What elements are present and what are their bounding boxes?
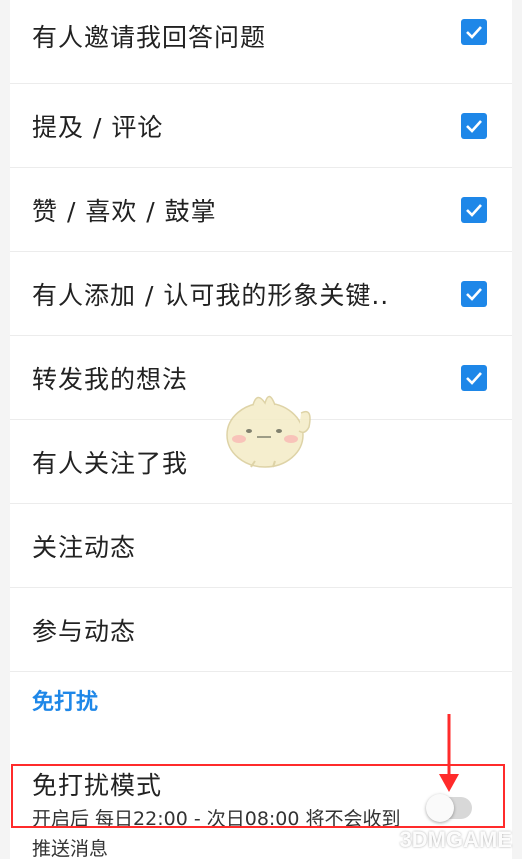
watermark-text: 3DMGAME — [399, 827, 512, 852]
checkbox-invite-answer[interactable] — [461, 19, 487, 45]
setting-label: 转发我的想法 — [32, 364, 189, 394]
setting-row-keyword[interactable]: 有人添加 / 认可我的形象关键.. — [10, 252, 512, 336]
dnd-section-header: 免打扰 — [32, 690, 99, 715]
checkbox-repost[interactable] — [461, 364, 487, 391]
setting-row-follow-activity[interactable]: 关注动态 — [10, 504, 512, 588]
right-gutter — [512, 0, 522, 859]
chick-mascot-icon — [226, 395, 311, 468]
checkmark-icon — [466, 203, 482, 217]
checkbox-like[interactable] — [461, 196, 487, 223]
highlight-box — [11, 764, 505, 828]
setting-label: 有人添加 / 认可我的形象关键.. — [32, 280, 390, 310]
setting-label: 有人邀请我回答问题 — [32, 23, 267, 52]
setting-label: 有人关注了我 — [32, 448, 189, 478]
checkmark-icon — [466, 287, 482, 301]
setting-label: 提及 / 评论 — [32, 112, 164, 142]
left-gutter — [0, 0, 10, 859]
setting-row-participate-activity[interactable]: 参与动态 — [10, 588, 512, 672]
setting-row-invite-answer[interactable]: 有人邀请我回答问题 — [10, 0, 512, 84]
checkbox-keyword[interactable] — [461, 280, 487, 307]
down-arrow-icon — [439, 714, 459, 792]
setting-row-mention-comment[interactable]: 提及 / 评论 — [10, 84, 512, 168]
checkmark-icon — [466, 119, 482, 133]
notification-settings-list: 有人邀请我回答问题 提及 / 评论 赞 / 喜欢 / 鼓掌 有人添加 / 认可我… — [10, 0, 512, 672]
setting-label: 关注动态 — [32, 532, 137, 562]
checkbox-mention-comment[interactable] — [461, 112, 487, 139]
setting-label: 赞 / 喜欢 / 鼓掌 — [32, 196, 217, 226]
checkmark-icon — [466, 26, 482, 39]
setting-row-like[interactable]: 赞 / 喜欢 / 鼓掌 — [10, 168, 512, 252]
checkmark-icon — [466, 371, 482, 385]
setting-label: 参与动态 — [32, 616, 137, 646]
